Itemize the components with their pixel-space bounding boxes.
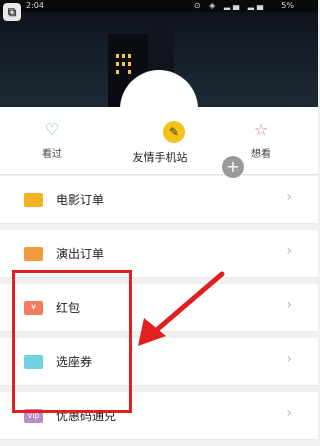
menu-item-label: 选座券	[56, 355, 93, 369]
watched-label: 看过	[42, 149, 62, 160]
chevron-right-icon: ›	[286, 297, 292, 313]
avatar[interactable]	[120, 70, 198, 148]
username: 友情手机站	[132, 151, 188, 164]
wish-stat[interactable]: ☆ 想看	[231, 120, 291, 161]
menu-item-label: 演出订单	[56, 247, 105, 261]
back-square-icon[interactable]: ⧉	[3, 3, 21, 21]
watched-stat[interactable]: ♡ 看过	[22, 120, 82, 161]
ticket-icon	[24, 193, 43, 207]
status-bar: 2:04 ⊙ ◈ ▂▄ ▂▄ 5%	[0, 0, 318, 12]
menu-item-label: 电影订单	[56, 193, 105, 207]
red-envelope-icon: ¥	[24, 301, 43, 315]
annotation-arrow-icon	[138, 271, 225, 346]
menu-item-label: 红包	[56, 301, 81, 315]
chevron-right-icon: ›	[286, 189, 292, 205]
chevron-right-icon: ›	[286, 243, 292, 259]
ticket-icon	[24, 247, 43, 261]
seat-coupon-icon	[24, 355, 43, 369]
menu-item-label: 优惠码通兑	[56, 409, 117, 423]
pencil-icon[interactable]: ✎	[163, 121, 185, 143]
status-time: 2:04	[26, 1, 44, 10]
vip-icon: vip	[24, 409, 43, 423]
battery-level: 5%	[281, 1, 294, 10]
signal-icons: ⊙ ◈ ▂▄ ▂▄	[193, 1, 266, 10]
chevron-right-icon: ›	[286, 405, 292, 421]
menu-item-movie-orders[interactable]: 电影订单 ›	[0, 176, 318, 224]
plus-icon[interactable]: +	[222, 156, 244, 178]
star-outline-icon: ☆	[253, 120, 269, 139]
menu-item-promo-code[interactable]: vip 优惠码通兑 ›	[0, 392, 318, 440]
heart-outline-icon: ♡	[44, 120, 60, 139]
chevron-right-icon: ›	[286, 351, 292, 367]
